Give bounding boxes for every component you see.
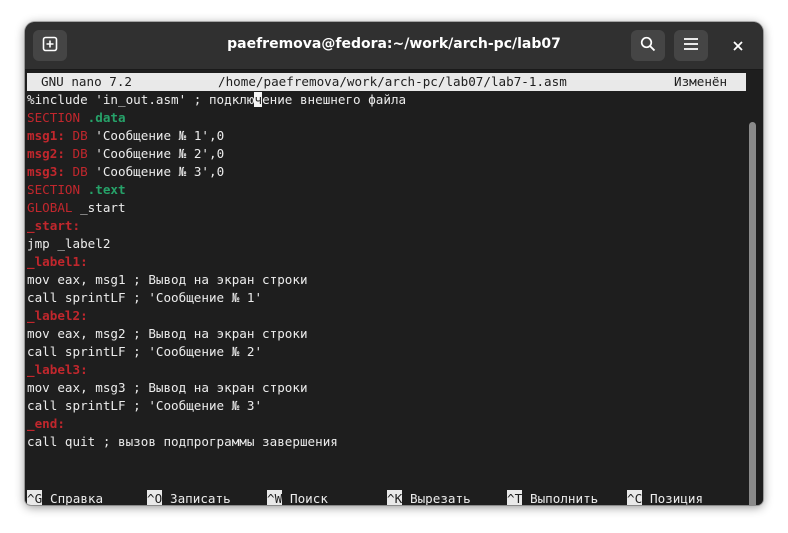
code-line: SECTION .text	[27, 181, 406, 199]
code-line: mov eax, msg3 ; Вывод на экран строки	[27, 379, 406, 397]
code-line: call quit ; вызов подпрограммы завершени…	[27, 433, 406, 451]
code-token: _start:	[27, 218, 81, 233]
editor-text[interactable]: %include 'in_out.asm' ; подключение внеш…	[27, 91, 406, 451]
shortcut-key: ^K	[387, 490, 403, 505]
code-token: ение внешнего файла	[262, 92, 407, 107]
code-token: _end:	[27, 416, 65, 431]
nano-status-bar: GNU nano 7.2 /home/paefremova/work/arch-…	[27, 73, 746, 91]
code-token: _label1:	[27, 254, 88, 269]
code-token: mov eax, msg3 ; Вывод на экран строки	[27, 380, 308, 395]
code-token: mov eax, msg2 ; Вывод на экран строки	[27, 326, 308, 341]
code-line: call sprintLF ; 'Сообщение № 3'	[27, 397, 406, 415]
code-line: mov eax, msg2 ; Вывод на экран строки	[27, 325, 406, 343]
code-token: DB	[72, 164, 88, 179]
menu-button[interactable]	[674, 30, 708, 61]
code-line: GLOBAL _start	[27, 199, 406, 217]
nano-version: GNU nano 7.2	[41, 74, 132, 89]
code-token: _label2:	[27, 308, 88, 323]
code-token: msg3:	[27, 164, 65, 179]
shortcut-key: ^O	[147, 490, 163, 505]
code-line: msg3: DB 'Сообщение № 3',0	[27, 163, 406, 181]
code-token: 'Сообщение № 1',0	[87, 128, 225, 143]
code-line: _end:	[27, 415, 406, 433]
code-token: .data	[87, 110, 126, 125]
shortcut-label: Вырезать	[410, 491, 471, 505]
code-token: DB	[72, 128, 88, 143]
code-line: _label1:	[27, 253, 406, 271]
code-token: jmp _label2	[27, 236, 111, 251]
shortcut-key: ^G	[27, 490, 43, 505]
file-path: /home/paefremova/work/arch-pc/lab07/lab7…	[218, 74, 567, 89]
shortcut-label: Записать	[170, 491, 231, 505]
code-token: 'Сообщение № 2',0	[87, 146, 225, 161]
code-token: msg2:	[27, 146, 65, 161]
shortcut-label: Позиция	[650, 491, 704, 505]
close-button[interactable]	[726, 34, 750, 58]
code-token: SECTION	[27, 182, 81, 197]
shortcut-key: ^C	[627, 490, 643, 505]
terminal-window: paefremova@fedora:~/work/arch-pc/lab07 G…	[25, 22, 763, 505]
title-bar: paefremova@fedora:~/work/arch-pc/lab07	[25, 22, 763, 70]
code-token: GLOBAL	[27, 200, 73, 215]
scrollbar[interactable]	[749, 122, 756, 505]
search-button[interactable]	[631, 30, 665, 61]
code-line: jmp _label2	[27, 235, 406, 253]
search-icon	[640, 36, 656, 56]
shortcut-key: ^W	[267, 490, 283, 505]
code-token: %include 'in_out.asm' ; подклю	[27, 92, 255, 107]
code-line: call sprintLF ; 'Сообщение № 2'	[27, 343, 406, 361]
shortcut-label: Выполнить	[530, 491, 599, 505]
shortcut-key: ^T	[507, 490, 523, 505]
close-icon	[732, 37, 744, 56]
code-token: call sprintLF ; 'Сообщение № 2'	[27, 344, 263, 359]
code-line: call sprintLF ; 'Сообщение № 1'	[27, 289, 406, 307]
code-line: _label2:	[27, 307, 406, 325]
code-line: _label3:	[27, 361, 406, 379]
code-token: call sprintLF ; 'Сообщение № 1'	[27, 290, 263, 305]
code-token: .text	[87, 182, 126, 197]
code-line: %include 'in_out.asm' ; подключение внеш…	[27, 91, 406, 109]
code-line: SECTION .data	[27, 109, 406, 127]
code-token: _label3:	[27, 362, 88, 377]
code-line: mov eax, msg1 ; Вывод на экран строки	[27, 271, 406, 289]
code-token: call sprintLF ; 'Сообщение № 3'	[27, 398, 263, 413]
code-token: _start	[72, 200, 126, 215]
code-token: SECTION	[27, 110, 81, 125]
code-token: 'Сообщение № 3',0	[87, 164, 225, 179]
code-token: DB	[72, 146, 88, 161]
modified-indicator: Изменён	[674, 74, 728, 89]
code-token: call quit ; вызов подпрограммы завершени…	[27, 434, 338, 449]
hamburger-menu-icon	[683, 36, 699, 55]
code-line: msg1: DB 'Сообщение № 1',0	[27, 127, 406, 145]
shortcut-label: Справка	[50, 491, 104, 505]
code-token: msg1:	[27, 128, 65, 143]
shortcut-label: Поиск	[290, 491, 328, 505]
code-token: mov eax, msg1 ; Вывод на экран строки	[27, 272, 308, 287]
code-line: _start:	[27, 217, 406, 235]
text-cursor: ч	[254, 92, 263, 107]
code-line: msg2: DB 'Сообщение № 2',0	[27, 145, 406, 163]
terminal-area[interactable]: GNU nano 7.2 /home/paefremova/work/arch-…	[25, 70, 763, 505]
